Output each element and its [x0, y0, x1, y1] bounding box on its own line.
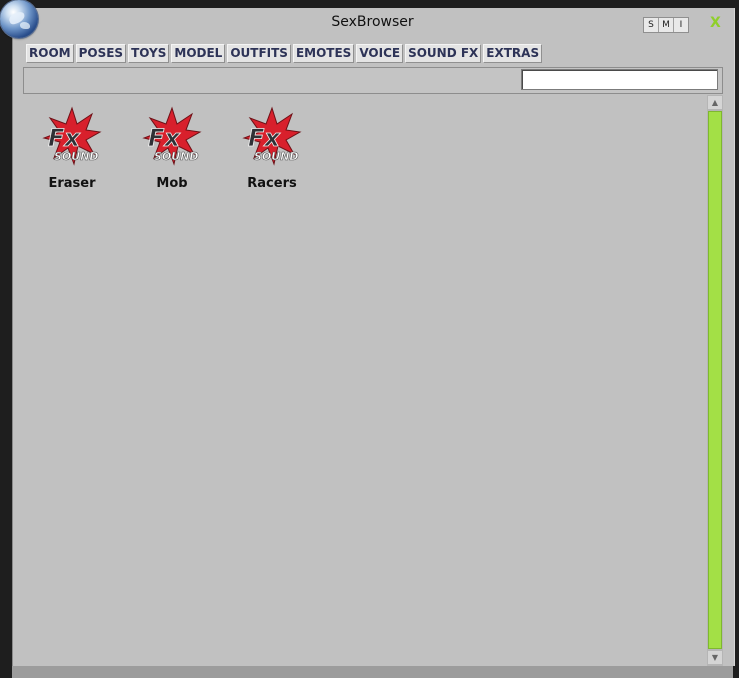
tab-toys[interactable]: TOYS [128, 44, 170, 63]
sound-text: SOUND [254, 150, 299, 163]
list-item-eraser[interactable]: Fx SOUND Eraser [27, 106, 117, 191]
tab-model[interactable]: MODEL [171, 44, 226, 63]
sound-text: SOUND [54, 150, 99, 163]
fx-text: Fx [48, 124, 81, 152]
item-label: Racers [247, 176, 297, 191]
m-button[interactable]: M [659, 18, 674, 32]
item-label: Mob [156, 176, 188, 191]
item-label: Eraser [48, 176, 96, 191]
sound-text: SOUND [154, 150, 199, 163]
fx-sound-icon: Fx SOUND [242, 106, 302, 166]
fx-text: Fx [248, 124, 281, 152]
scroll-down-arrow-icon[interactable]: ▼ [708, 651, 722, 664]
window-title: SexBrowser [331, 14, 414, 30]
tab-sound-fx[interactable]: SOUND FX [405, 44, 482, 63]
search-input[interactable] [521, 69, 718, 90]
scrollbar-thumb[interactable] [708, 111, 722, 649]
list-item-mob[interactable]: Fx SOUND Mob [127, 106, 217, 191]
fx-sound-icon: Fx SOUND [42, 106, 102, 166]
scroll-up-arrow-icon[interactable]: ▲ [708, 96, 722, 109]
content-panel: Fx SOUND Eraser Fx SOUND Mob Fx SOUND Ra… [23, 94, 707, 664]
tab-room[interactable]: ROOM [26, 44, 74, 63]
fx-sound-icon: Fx SOUND [142, 106, 202, 166]
fx-text: Fx [148, 124, 181, 152]
s-button[interactable]: S [644, 18, 659, 32]
tab-outfits[interactable]: OUTFITS [227, 44, 291, 63]
window-mode-buttons: S M I [643, 17, 689, 33]
tab-poses[interactable]: POSES [75, 44, 127, 63]
tab-emotes[interactable]: EMOTES [292, 44, 355, 63]
list-item-racers[interactable]: Fx SOUND Racers [227, 106, 317, 191]
bottom-strip [12, 666, 733, 678]
tab-voice[interactable]: VOICE [356, 44, 404, 63]
tab-bar: ROOM POSES TOYS MODEL OUTFITS EMOTES VOI… [26, 44, 543, 63]
tab-extras[interactable]: EXTRAS [483, 44, 543, 63]
i-button[interactable]: I [674, 18, 688, 32]
close-button[interactable]: X [710, 15, 721, 31]
globe-logo-icon [0, 0, 38, 38]
